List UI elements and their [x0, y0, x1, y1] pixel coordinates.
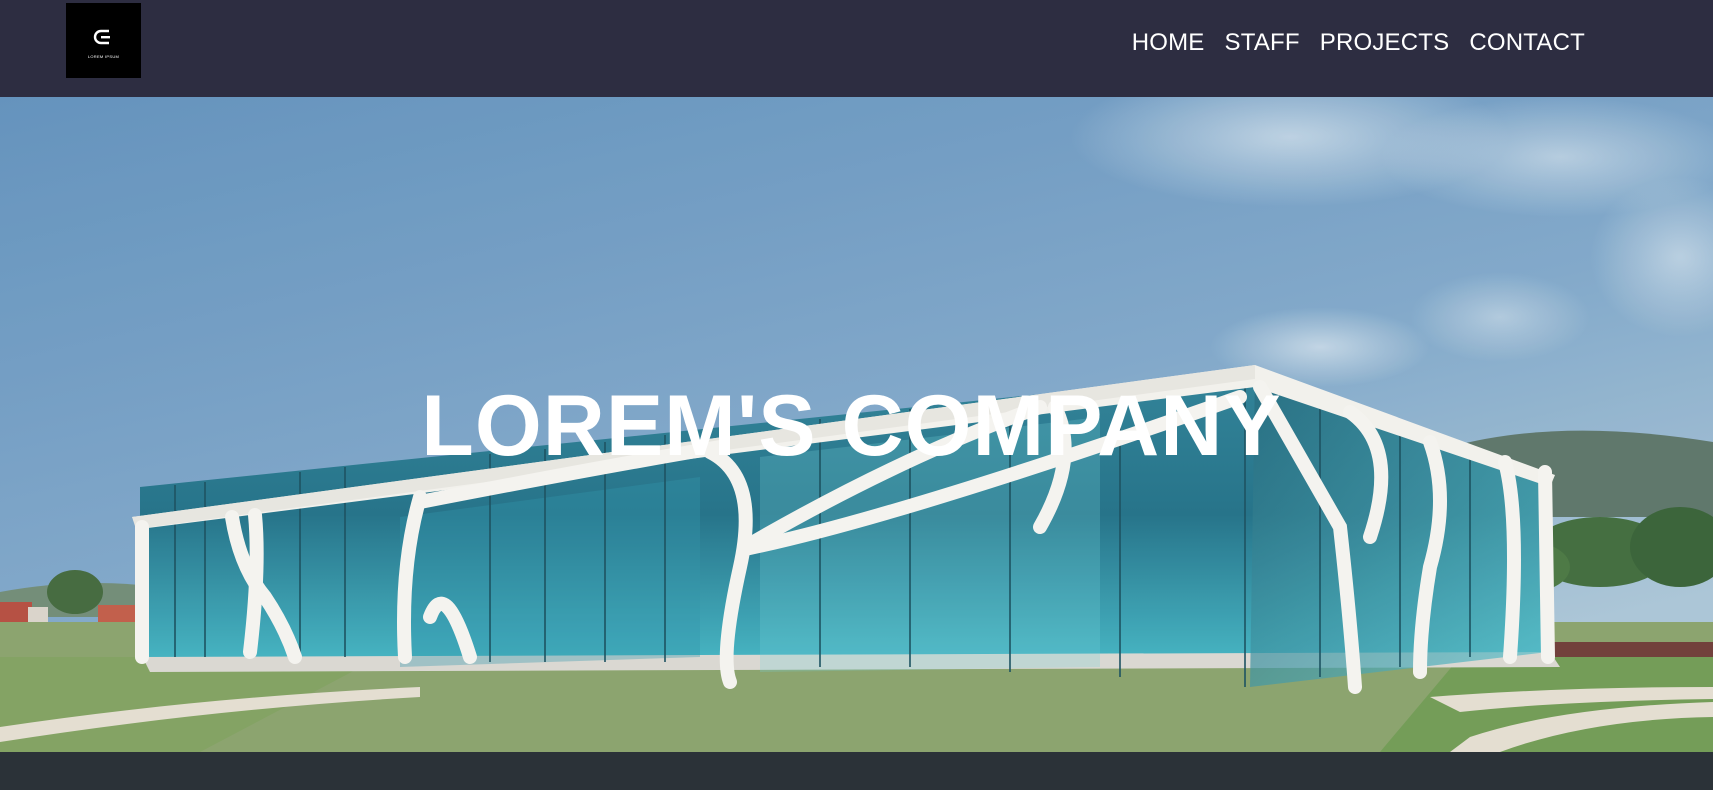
nav-projects[interactable]: PROJECTS — [1320, 28, 1450, 58]
logo-text: LOREM IPSUM — [87, 54, 120, 59]
hero-banner: LOREM'S COMPANY — [0, 97, 1713, 752]
page-footer-strip — [0, 752, 1713, 790]
site-header: LOREM IPSUM HOME STAFF PROJECTS CONTACT — [0, 0, 1713, 97]
main-nav: HOME STAFF PROJECTS CONTACT — [1132, 28, 1585, 58]
company-logo[interactable]: LOREM IPSUM — [66, 3, 141, 78]
logo-mark-icon — [93, 29, 110, 45]
hero-title: LOREM'S COMPANY — [421, 378, 1282, 474]
nav-staff[interactable]: STAFF — [1225, 28, 1300, 58]
nav-home[interactable]: HOME — [1132, 28, 1205, 58]
nav-contact[interactable]: CONTACT — [1469, 28, 1585, 58]
